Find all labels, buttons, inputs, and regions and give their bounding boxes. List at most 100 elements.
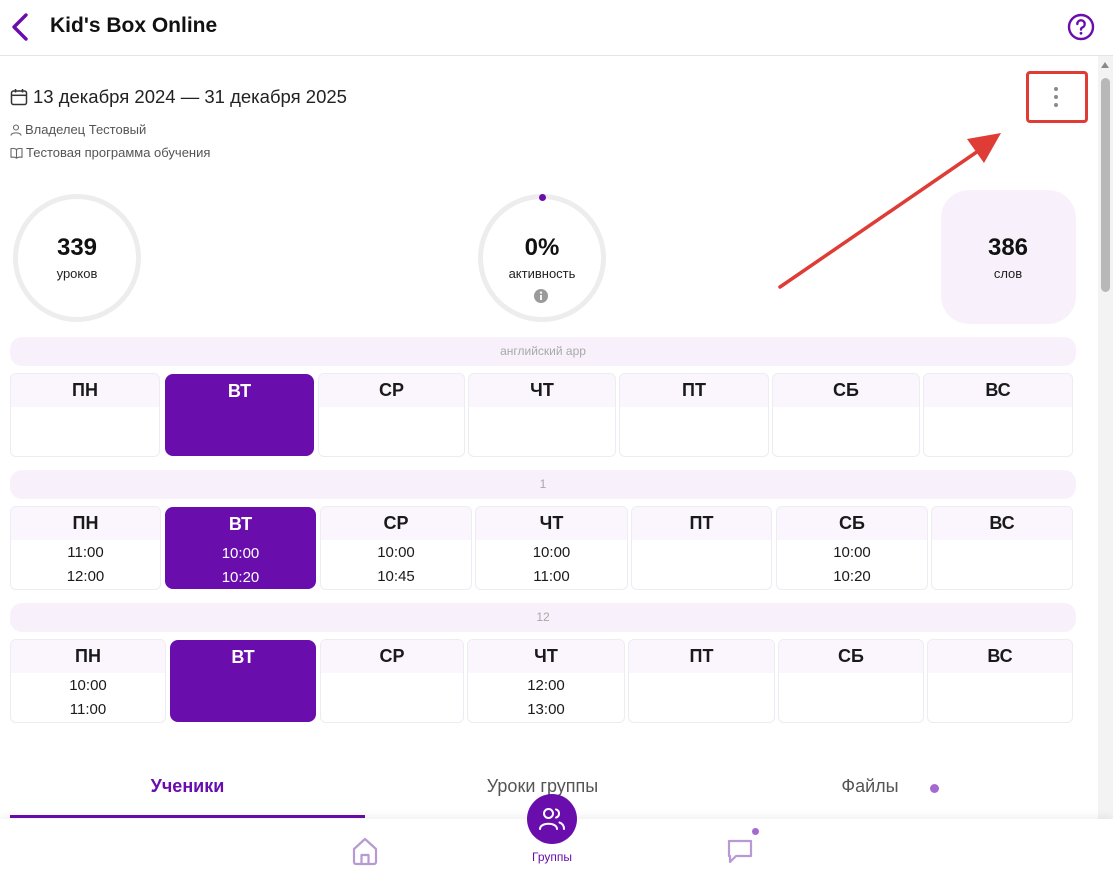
day-label: ВС xyxy=(928,640,1072,673)
tab-students[interactable]: Ученики xyxy=(10,776,365,797)
words-label: слов xyxy=(993,266,1023,281)
day-label: СР xyxy=(321,640,463,673)
schedule-day[interactable]: СР xyxy=(320,639,464,723)
nav-groups-button[interactable] xyxy=(527,794,577,844)
day-label: СБ xyxy=(773,374,919,407)
schedule-name-bar: 1 xyxy=(10,470,1076,499)
day-start-time: 10:00 xyxy=(532,544,571,561)
home-icon xyxy=(352,837,378,866)
day-end-time xyxy=(773,409,919,411)
day-end-time: 12:00 xyxy=(66,567,105,585)
day-end-time xyxy=(924,409,1072,411)
day-label: ПН xyxy=(11,374,159,407)
day-label: СБ xyxy=(779,640,923,673)
day-end-time xyxy=(629,675,774,677)
day-end-time xyxy=(928,675,1072,677)
schedule-day[interactable]: ПН xyxy=(10,373,160,457)
day-end-time xyxy=(11,409,159,411)
owner-name: Владелец Тестовый xyxy=(25,122,147,137)
day-start-time: 10:00 xyxy=(833,544,871,561)
day-end-time xyxy=(932,542,1072,544)
schedule-name-bar: 12 xyxy=(10,603,1076,632)
schedule-day[interactable]: ПТ xyxy=(631,506,772,590)
schedule-day[interactable]: ПТ xyxy=(628,639,775,723)
schedule-day[interactable]: ЧТ 12:00 13:00 xyxy=(467,639,625,723)
lessons-count: 339 xyxy=(56,234,98,261)
activity-label: активность xyxy=(508,266,576,281)
schedule-day[interactable]: ЧТ xyxy=(468,373,616,457)
schedule-day[interactable]: ПН 10:00 11:00 xyxy=(10,639,166,723)
chevron-left-icon xyxy=(12,13,28,41)
schedule-day[interactable]: ПН 11:00 12:00 xyxy=(10,506,161,590)
schedule-day-selected[interactable]: ВТ 10:00 10:20 xyxy=(165,507,316,589)
day-end-time xyxy=(166,410,313,412)
day-start-time: 10:00 xyxy=(69,677,107,694)
day-label: ВТ xyxy=(227,381,252,401)
nav-home-button[interactable] xyxy=(351,836,379,866)
day-label: ЧТ xyxy=(468,640,624,673)
day-end-time xyxy=(321,675,463,677)
day-label: ЧТ xyxy=(476,507,627,540)
nav-chat-button[interactable] xyxy=(726,837,754,865)
app-title: Kid's Box Online xyxy=(50,14,218,37)
nav-groups-label[interactable]: Группы xyxy=(512,850,592,864)
schedule-day-selected[interactable]: ВТ xyxy=(170,640,316,722)
more-menu-button[interactable] xyxy=(1044,82,1068,112)
tab-files[interactable]: Файлы xyxy=(720,776,1020,797)
activity-progress-marker xyxy=(539,194,546,201)
day-label: СБ xyxy=(777,507,927,540)
day-end-time: 10:20 xyxy=(221,568,260,586)
help-button[interactable] xyxy=(1067,13,1095,41)
schedule-day[interactable]: ВС xyxy=(931,506,1073,590)
program-row: Тестовая программа обучения xyxy=(10,145,210,160)
day-end-time: 10:20 xyxy=(833,567,871,585)
words-count: 386 xyxy=(987,234,1029,261)
files-notification-dot xyxy=(930,784,939,793)
day-end-time xyxy=(469,409,615,411)
info-icon[interactable] xyxy=(533,288,549,304)
active-tab-indicator xyxy=(10,815,365,818)
program-name: Тестовая программа обучения xyxy=(26,145,211,160)
help-icon xyxy=(1067,13,1095,41)
period-text: 13 декабря 2024 — 31 декабря 2025 xyxy=(33,86,347,107)
schedule-day[interactable]: ВС xyxy=(923,373,1073,457)
day-label: ВС xyxy=(932,507,1072,540)
schedule-day[interactable]: СБ xyxy=(778,639,924,723)
schedule-day[interactable]: СР 10:00 10:45 xyxy=(320,506,472,590)
day-label: ПТ xyxy=(632,507,771,540)
day-end-time xyxy=(779,675,923,677)
day-label: СР xyxy=(319,374,464,407)
book-icon xyxy=(10,147,23,159)
day-end-time xyxy=(171,676,315,678)
schedule-day[interactable]: ВС xyxy=(927,639,1073,723)
day-end-time xyxy=(319,409,464,411)
calendar-icon xyxy=(10,89,28,106)
schedule-day[interactable]: ЧТ 10:00 11:00 xyxy=(475,506,628,590)
chat-icon xyxy=(727,839,753,864)
scrollbar-thumb[interactable] xyxy=(1101,78,1110,292)
owner-row: Владелец Тестовый xyxy=(10,122,146,137)
day-label: ПН xyxy=(11,507,160,540)
day-start-time: 10:00 xyxy=(377,544,415,561)
schedule-day[interactable]: ПТ xyxy=(619,373,769,457)
schedule-day[interactable]: СБ xyxy=(772,373,920,457)
day-start-time: 11:00 xyxy=(67,544,104,561)
day-end-time: 11:00 xyxy=(533,567,570,585)
tab-group-lessons[interactable]: Уроки группы xyxy=(365,776,720,797)
day-end-time xyxy=(620,409,768,411)
lessons-label: уроков xyxy=(56,266,98,281)
day-end-time: 10:45 xyxy=(377,567,415,585)
schedule-day[interactable]: СР xyxy=(318,373,465,457)
day-label: ПН xyxy=(11,640,165,673)
schedule-day-selected[interactable]: ВТ xyxy=(165,374,314,456)
schedule-name-bar: английский app xyxy=(10,337,1076,366)
day-end-time xyxy=(632,542,771,544)
back-button[interactable] xyxy=(8,11,34,43)
schedule-day[interactable]: СБ 10:00 10:20 xyxy=(776,506,928,590)
day-label: ВТ xyxy=(231,647,255,667)
scroll-up-arrow[interactable] xyxy=(1101,62,1109,68)
day-end-time: 13:00 xyxy=(527,700,565,718)
day-label: ВТ xyxy=(228,514,253,534)
chat-notification-dot xyxy=(752,828,759,835)
day-label: ЧТ xyxy=(469,374,615,407)
